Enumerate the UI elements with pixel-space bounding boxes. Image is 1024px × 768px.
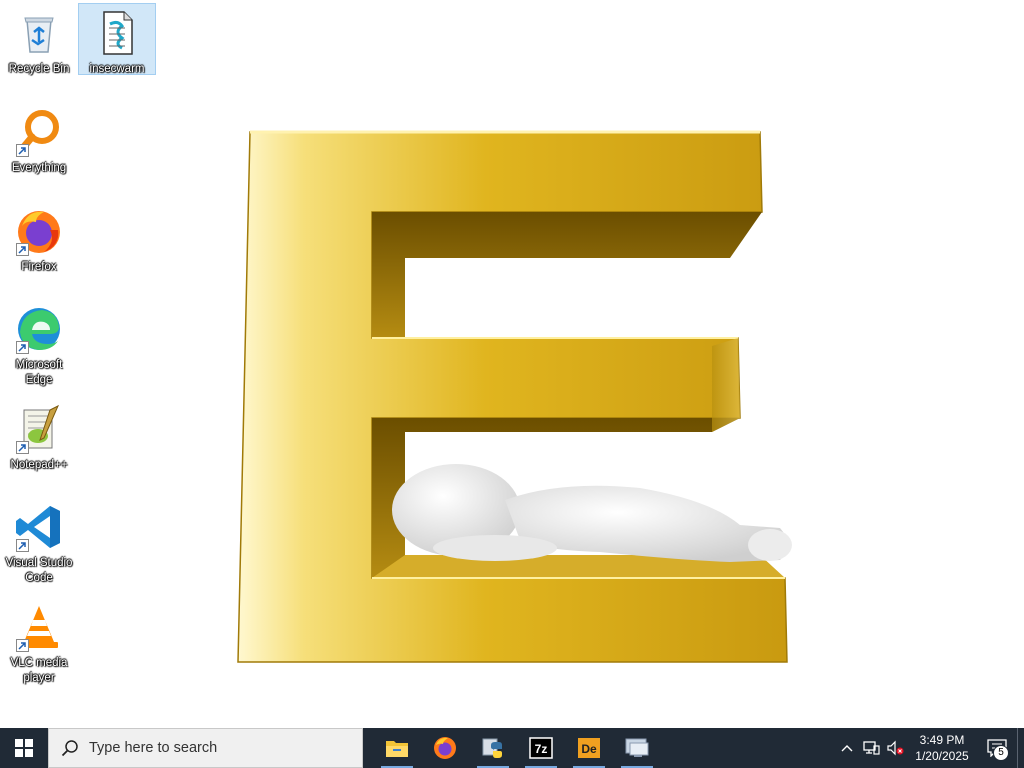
shortcut-arrow-icon [16, 441, 29, 454]
desktop-icon-label: Firefox [21, 261, 57, 273]
desktop-icon-label: Recycle Bin [8, 63, 70, 75]
taskbar-app-dependencies[interactable]: De [565, 728, 613, 768]
desktop-icon-vscode[interactable]: Visual Studio Code [1, 498, 77, 586]
sleeping-figure [392, 464, 792, 562]
clock-date: 1/20/2025 [915, 749, 969, 763]
chevron-up-icon [841, 745, 853, 752]
desktop-icon-vlc[interactable]: VLC media player [1, 598, 77, 686]
svg-text:De: De [581, 742, 597, 756]
shortcut-arrow-icon [16, 243, 29, 256]
taskbar-app-python[interactable] [469, 728, 517, 768]
shortcut-arrow-icon [16, 341, 29, 354]
desktop-icon-everything[interactable]: Everything [1, 103, 77, 176]
windows-logo-icon [15, 739, 33, 757]
clock-time: 3:49 PM [919, 733, 965, 747]
taskbar-app-remote-desktop[interactable] [613, 728, 661, 768]
taskbar-clock[interactable]: 3:49 PM 1/20/2025 [907, 732, 977, 764]
volume-muted-icon [887, 740, 904, 756]
recycle-bin-icon [14, 8, 64, 58]
desktop-icon-edge[interactable]: Microsoft Edge [1, 300, 77, 388]
desktop-icon-label: Visual Studio Code [5, 557, 73, 584]
shortcut-arrow-icon [16, 539, 29, 552]
python-icon [482, 738, 502, 758]
dependencies-icon: De [578, 738, 600, 758]
action-center-button[interactable]: 5 [977, 728, 1017, 768]
notepad-plus-plus-icon [14, 404, 64, 454]
desktop-icon-firefox[interactable]: Firefox [1, 202, 77, 275]
desktop-icon-insecwarm[interactable]: insecwarm [78, 3, 156, 75]
document-icon [92, 8, 142, 58]
volume-button[interactable] [883, 728, 907, 768]
search-icon [61, 740, 78, 757]
start-button[interactable] [0, 728, 48, 768]
firefox-icon [14, 206, 64, 256]
svg-text:7z: 7z [535, 742, 548, 756]
vscode-icon [14, 502, 64, 552]
desktop-icon-label: Microsoft Edge [15, 359, 63, 386]
everything-search-icon [14, 107, 64, 157]
desktop-icon-label: VLC media player [10, 657, 68, 684]
taskbar-app-firefox[interactable] [421, 728, 469, 768]
desktop-icon-notepad-plus-plus[interactable]: Notepad++ [1, 400, 77, 473]
show-desktop-button[interactable] [1017, 728, 1024, 768]
file-explorer-icon [386, 741, 408, 757]
taskbar-search-box[interactable]: Type here to search [48, 728, 363, 768]
desktop-icon-recycle-bin[interactable]: Recycle Bin [1, 4, 77, 77]
desktop-icon-label: insecwarm [89, 63, 145, 75]
taskbar-app-file-explorer[interactable] [373, 728, 421, 768]
show-hidden-icons-button[interactable] [835, 728, 859, 768]
edge-icon [14, 304, 64, 354]
network-status-button[interactable] [859, 728, 883, 768]
desktop-wallpaper [237, 130, 792, 663]
search-placeholder: Type here to search [89, 740, 218, 756]
remote-desktop-icon [625, 738, 649, 757]
shortcut-arrow-icon [16, 144, 29, 157]
firefox-icon [434, 737, 456, 759]
taskbar: Type here to search 7z De 3:49 PM 1/20/2… [0, 728, 1024, 768]
notification-count-badge: 5 [993, 745, 1009, 761]
system-tray: 3:49 PM 1/20/2025 5 [835, 728, 1024, 768]
7zip-icon: 7z [529, 737, 553, 759]
shortcut-arrow-icon [16, 639, 29, 652]
vlc-icon [14, 602, 64, 652]
taskbar-app-7zip[interactable]: 7z [517, 728, 565, 768]
network-icon [863, 741, 880, 755]
desktop-icon-label: Notepad++ [10, 459, 68, 471]
desktop-icon-label: Everything [11, 162, 67, 174]
